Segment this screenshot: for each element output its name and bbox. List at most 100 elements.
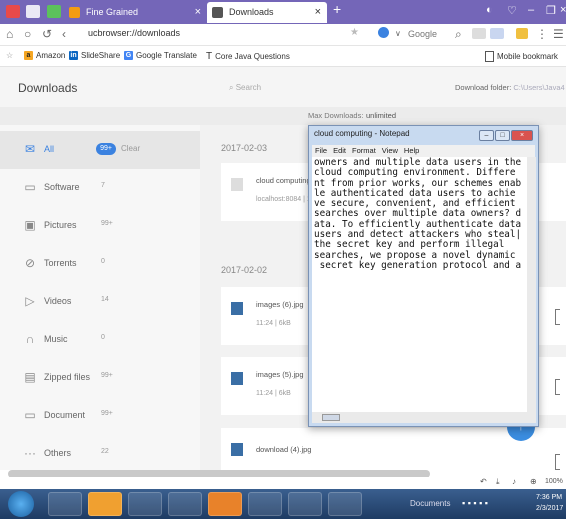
- menu-view[interactable]: View: [382, 145, 398, 157]
- page-title: Downloads: [18, 81, 78, 95]
- open-folder-icon[interactable]: [555, 309, 560, 325]
- menu-file[interactable]: File: [315, 145, 327, 157]
- search-icon[interactable]: ⌕: [455, 27, 462, 42]
- mobile-icon: [485, 51, 494, 62]
- explorer-taskbar-icon[interactable]: [48, 492, 82, 516]
- bookmark-amazon[interactable]: a Amazon: [24, 51, 65, 60]
- clock-date[interactable]: 2/3/2017: [536, 505, 563, 512]
- downloads-header: Downloads ⌕ Search Download folder: C:\U…: [0, 67, 566, 107]
- sidebar-item-software[interactable]: ▭ Software 7: [0, 169, 200, 207]
- sidebar-item-zipped-files[interactable]: ▤ Zipped files 99+: [0, 359, 200, 397]
- open-folder-icon[interactable]: [555, 379, 560, 395]
- sidebar-item-all[interactable]: ✉ All 99+ Clear: [0, 131, 200, 169]
- sidebar-item-music[interactable]: ∩ Music 0: [0, 321, 200, 359]
- screenshot-icon[interactable]: [472, 28, 486, 39]
- folder-icon: ▭: [24, 408, 36, 422]
- back-icon[interactable]: ‹: [62, 27, 66, 41]
- magnet-icon: ⊘: [24, 256, 36, 270]
- more-icon[interactable]: ⋮: [536, 27, 548, 41]
- date-header: 2017-02-02: [221, 265, 268, 275]
- ucbrowser-logo-icon[interactable]: [6, 5, 20, 18]
- bookmark-slideshare[interactable]: in SlideShare: [69, 51, 120, 60]
- search-engine-label[interactable]: Google: [408, 29, 437, 39]
- star-icon[interactable]: ★: [350, 27, 359, 38]
- new-tab-icon[interactable]: +: [333, 1, 341, 17]
- tab-favicon-icon: [69, 7, 80, 18]
- mail-icon: ✉: [24, 142, 36, 156]
- tab-close-icon[interactable]: ×: [315, 2, 321, 23]
- open-folder-icon[interactable]: [555, 454, 560, 470]
- zoom-icon[interactable]: ⊕: [530, 477, 537, 486]
- vertical-scrollbar[interactable]: [527, 157, 536, 412]
- theme-icon[interactable]: ◐: [486, 4, 493, 16]
- restore-icon[interactable]: ❐: [546, 4, 556, 17]
- dots-icon: ···: [24, 446, 36, 460]
- notepad-title: cloud computing - Notepad: [314, 129, 410, 138]
- clear-button[interactable]: Clear: [121, 144, 140, 153]
- close-window-icon[interactable]: ×: [560, 4, 566, 16]
- search-input[interactable]: ⌕ Search: [229, 83, 261, 93]
- scroll-thumb[interactable]: [322, 414, 340, 421]
- clock-time[interactable]: 7:36 PM: [536, 494, 562, 501]
- reload-icon[interactable]: ○: [24, 27, 31, 41]
- tab-close-icon[interactable]: ×: [195, 2, 201, 23]
- menu-format[interactable]: Format: [352, 145, 376, 157]
- window-icon: ▭: [24, 180, 36, 194]
- ucbrowser-taskbar-icon[interactable]: [88, 492, 122, 516]
- shield-icon[interactable]: ♡: [507, 4, 517, 17]
- tab-downloads[interactable]: Downloads ×: [207, 2, 327, 23]
- search-engine-dropdown[interactable]: ∨: [395, 29, 401, 38]
- page-icon[interactable]: [26, 5, 40, 18]
- horizontal-scrollbar[interactable]: [312, 412, 536, 423]
- zoom-level[interactable]: 100%: [545, 478, 563, 485]
- sidebar-item-others[interactable]: ··· Others 22: [0, 435, 200, 473]
- speaker-icon[interactable]: ♪: [512, 477, 516, 486]
- minimize-icon[interactable]: –: [528, 4, 534, 16]
- minimize-icon[interactable]: –: [479, 130, 494, 141]
- bookmark-google-translate[interactable]: G Google Translate: [124, 51, 197, 60]
- extension-icon[interactable]: [47, 5, 61, 18]
- close-icon[interactable]: ×: [511, 130, 533, 141]
- menu-help[interactable]: Help: [404, 145, 419, 157]
- count-badge: 99+: [96, 143, 116, 155]
- menu-edit[interactable]: Edit: [333, 145, 346, 157]
- notepad-window[interactable]: cloud computing - Notepad – □ × File Edi…: [308, 125, 539, 427]
- undo-icon[interactable]: ↺: [42, 27, 52, 41]
- zip-icon: ▤: [24, 370, 36, 384]
- start-button[interactable]: [8, 491, 34, 517]
- sidebar-item-pictures[interactable]: ▣ Pictures 99+: [0, 207, 200, 245]
- virtualbox-taskbar-icon[interactable]: [128, 492, 162, 516]
- notes-icon[interactable]: [516, 28, 528, 39]
- undo-icon[interactable]: ↶: [480, 477, 487, 486]
- url-field[interactable]: ucbrowser://downloads: [88, 28, 180, 38]
- notepad-taskbar-icon[interactable]: [288, 492, 322, 516]
- notepad-text-area[interactable]: owners and multiple data users in the cl…: [312, 157, 527, 412]
- sidebar-item-videos[interactable]: ▷ Videos 14: [0, 283, 200, 321]
- extension-icon[interactable]: [490, 28, 504, 39]
- sidebar-item-torrents[interactable]: ⊘ Torrents 0: [0, 245, 200, 283]
- address-bar: ⌂ ○ ↺ ‹ ucbrowser://downloads ★ ∨ Google…: [0, 24, 566, 46]
- document-icon: [231, 178, 243, 191]
- home-icon[interactable]: ⌂: [6, 27, 13, 41]
- documents-toolbar[interactable]: Documents: [410, 499, 450, 508]
- sidebar-item-document[interactable]: ▭ Document 99+: [0, 397, 200, 435]
- menu-icon[interactable]: ☰: [553, 27, 564, 41]
- tray-icons[interactable]: ▪ ▪ ▪ ▪ ▪: [462, 498, 488, 508]
- max-downloads-select[interactable]: unlimited: [366, 111, 396, 120]
- maximize-icon[interactable]: □: [495, 130, 510, 141]
- media-taskbar-icon[interactable]: [248, 492, 282, 516]
- bookmark-star-icon[interactable]: ☆: [6, 51, 13, 60]
- tab-favicon-icon: [212, 7, 223, 18]
- mobile-bookmarks[interactable]: Mobile bookmark: [485, 51, 558, 62]
- linkedin-icon: in: [69, 51, 78, 60]
- image-file-icon: [231, 302, 243, 315]
- bookmark-core-java[interactable]: T Core Java Questions: [206, 51, 290, 62]
- netbeans-taskbar-icon[interactable]: [168, 492, 202, 516]
- glassfish-taskbar-icon[interactable]: [208, 492, 242, 516]
- translate-icon: G: [124, 51, 133, 60]
- search-engine-icon[interactable]: [378, 27, 389, 38]
- download-folder[interactable]: Download folder: C:\Users\Java4: [455, 83, 565, 92]
- download-icon[interactable]: ⤓: [496, 477, 500, 487]
- tab-fine-grained[interactable]: Fine Grained ×: [64, 2, 207, 23]
- app-taskbar-icon[interactable]: [328, 492, 362, 516]
